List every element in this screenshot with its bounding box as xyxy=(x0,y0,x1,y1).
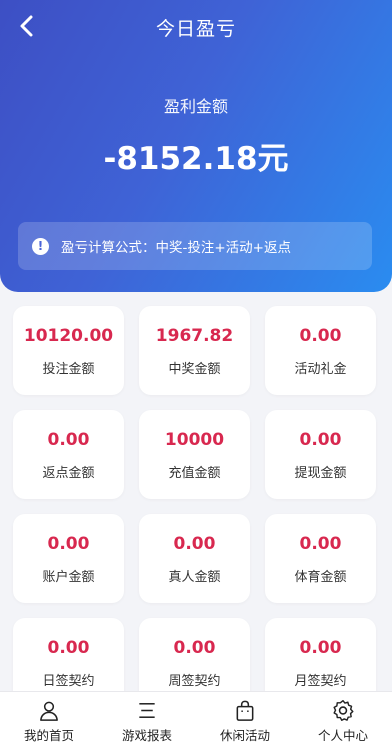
stat-card-account-amount[interactable]: 0.00 账户金额 xyxy=(13,514,124,603)
stat-label: 周签契约 xyxy=(168,674,221,689)
stat-value: 10120.00 xyxy=(23,326,114,346)
stat-label: 充值金额 xyxy=(168,466,221,481)
tab-label: 我的首页 xyxy=(23,728,74,743)
stat-label: 中奖金额 xyxy=(168,362,221,377)
stat-label: 体育金额 xyxy=(294,570,347,585)
list-icon xyxy=(139,703,155,718)
stat-value: 0.00 xyxy=(299,326,342,346)
formula-notice: ! 盈亏计算公式：中奖-投注+活动+返点 xyxy=(18,222,372,270)
stat-card-withdraw-amount[interactable]: 0.00 提现金额 xyxy=(265,410,376,499)
page-title: 今日盈亏 xyxy=(155,18,236,40)
stat-value: 0.00 xyxy=(299,430,342,450)
top-bar: 今日盈亏 xyxy=(0,0,392,54)
stat-card-bet-amount[interactable]: 10120.00 投注金额 xyxy=(13,306,124,395)
stat-value: 0.00 xyxy=(299,534,342,554)
stat-label: 账户金额 xyxy=(42,570,95,585)
stat-label: 投注金额 xyxy=(42,362,95,377)
profit-value: -8152.18元 xyxy=(103,141,289,177)
stat-card-sports-amount[interactable]: 0.00 体育金额 xyxy=(265,514,376,603)
stat-value: 0.00 xyxy=(299,638,342,658)
bottom-tab-bar: 我的首页 游戏报表 休闲活动 个人中心 xyxy=(0,691,392,744)
stat-card-live-amount[interactable]: 0.00 真人金额 xyxy=(139,514,250,603)
stat-value: 0.00 xyxy=(47,430,90,450)
stat-label: 月签契约 xyxy=(294,674,347,689)
stat-value: 0.00 xyxy=(47,534,90,554)
tab-label: 个人中心 xyxy=(317,728,368,743)
stat-label: 活动礼金 xyxy=(294,362,347,377)
tab-label: 游戏报表 xyxy=(121,728,172,743)
stat-value: 0.00 xyxy=(47,638,90,658)
stat-label: 真人金额 xyxy=(168,570,221,585)
user-icon xyxy=(40,701,58,721)
gear-icon xyxy=(333,700,354,721)
shopping-bag-icon xyxy=(236,700,254,721)
info-icon: ! xyxy=(32,237,49,255)
stat-card-rebate-amount[interactable]: 0.00 返点金额 xyxy=(13,410,124,499)
stat-label: 提现金额 xyxy=(294,466,347,481)
stat-value: 0.00 xyxy=(173,534,216,554)
stat-card-win-amount[interactable]: 1967.82 中奖金额 xyxy=(139,306,250,395)
stat-label: 日签契约 xyxy=(42,674,95,689)
stats-grid: 10120.00 投注金额 1967.82 中奖金额 0.00 活动礼金 0.0… xyxy=(13,306,379,707)
tab-label: 休闲活动 xyxy=(219,728,270,743)
stat-value: 0.00 xyxy=(173,638,216,658)
stat-value: 10000 xyxy=(164,430,225,450)
tab-leisure-activity[interactable]: 休闲活动 xyxy=(196,692,294,744)
tab-game-report[interactable]: 游戏报表 xyxy=(98,692,196,744)
stat-card-activity-bonus[interactable]: 0.00 活动礼金 xyxy=(265,306,376,395)
stat-value: 1967.82 xyxy=(155,326,234,346)
stat-card-deposit-amount[interactable]: 10000 充值金额 xyxy=(139,410,250,499)
tab-home[interactable]: 我的首页 xyxy=(0,692,98,744)
profit-label: 盈利金额 xyxy=(163,97,228,116)
header-hero: 今日盈亏 盈利金额 -8152.18元 ! 盈亏计算公式：中奖-投注+活动+返点 xyxy=(0,0,392,292)
stat-label: 返点金额 xyxy=(42,466,95,481)
formula-text: 盈亏计算公式：中奖-投注+活动+返点 xyxy=(61,240,291,256)
tab-personal-center[interactable]: 个人中心 xyxy=(294,692,392,744)
